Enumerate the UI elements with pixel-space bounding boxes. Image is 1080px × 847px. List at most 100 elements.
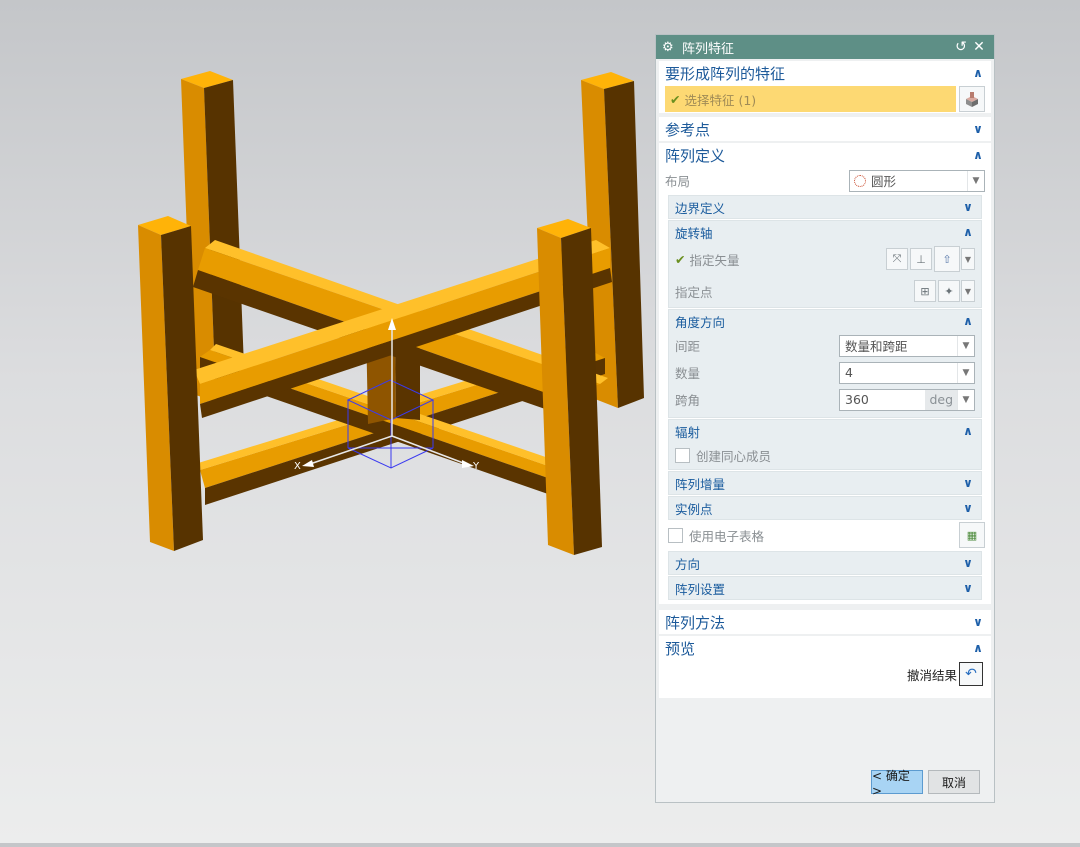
point-inferred-icon[interactable]: ✦ xyxy=(938,280,960,302)
settings-subgroup-title: 阵列设置 xyxy=(675,581,726,597)
chevron-down-icon[interactable]: ∨ xyxy=(971,122,985,136)
chevron-down-icon[interactable]: ▼ xyxy=(961,248,975,270)
vector-dialog-icon[interactable]: ⊥ xyxy=(910,248,932,270)
count-value[interactable]: 4 xyxy=(840,365,957,380)
settings-subgroup-header[interactable]: 阵列设置 ∨ xyxy=(669,577,981,599)
ref-point-group-header[interactable]: 参考点 ∨ xyxy=(659,117,991,141)
reset-icon[interactable]: ↺ xyxy=(952,39,970,55)
specify-vector-label: 指定矢量 xyxy=(689,252,740,268)
cancel-button[interactable]: 取消 xyxy=(928,770,980,794)
spreadsheet-icon[interactable]: ▦ xyxy=(959,522,985,548)
concentric-label: 创建同心成员 xyxy=(696,449,772,464)
circle-icon xyxy=(854,174,866,187)
increment-subgroup-title: 阵列增量 xyxy=(675,476,726,492)
spacing-label: 间距 xyxy=(675,339,701,354)
undo-result-row: 撤消结果 ↶ xyxy=(659,660,991,686)
ref-point-group: 参考点 ∨ xyxy=(659,117,991,141)
chevron-down-icon[interactable]: ▼ xyxy=(957,335,974,356)
close-icon[interactable]: ✕ xyxy=(970,39,988,55)
layout-label: 布局 xyxy=(665,174,691,189)
instance-point-subgroup-title: 实例点 xyxy=(675,501,713,517)
angle-dir-subgroup-title: 角度方向 xyxy=(675,314,726,330)
specify-vector-row: ✔ 指定矢量 ⤧ ⊥ ⇧ ▼ xyxy=(669,243,981,275)
preview-group-header[interactable]: 预览 ∧ xyxy=(659,636,991,660)
boundary-subgroup-title: 边界定义 xyxy=(675,200,726,216)
chevron-down-icon[interactable]: ∨ xyxy=(971,615,985,629)
features-group-header[interactable]: 要形成阵列的特征 ∧ xyxy=(659,61,991,85)
pattern-def-group-title: 阵列定义 xyxy=(665,146,726,165)
spreadsheet-label: 使用电子表格 xyxy=(689,528,765,544)
layout-row: 布局 圆形 ▼ xyxy=(659,167,991,194)
select-feature-row[interactable]: ✔ 选择特征 (1) xyxy=(665,85,985,113)
dialog-titlebar[interactable]: ⚙ 阵列特征 ↺ ✕ xyxy=(656,35,994,59)
spacing-row: 间距 数量和跨距 ▼ xyxy=(669,332,981,359)
chevron-down-icon[interactable]: ▼ xyxy=(967,170,984,191)
ok-button[interactable]: < 确定 > xyxy=(871,769,923,798)
span-value[interactable]: 360 xyxy=(840,392,925,407)
layout-value: 圆形 xyxy=(871,174,897,189)
pattern-def-group-header[interactable]: 阵列定义 ∧ xyxy=(659,143,991,167)
concentric-checkbox[interactable] xyxy=(675,448,690,463)
specify-point-row: 指定点 ⊞ ✦ ▼ xyxy=(669,275,981,307)
point-dialog-icon[interactable]: ⊞ xyxy=(914,280,936,302)
select-feature-label: 选择特征 (1) xyxy=(684,92,757,108)
chevron-down-icon[interactable]: ∨ xyxy=(961,581,975,595)
orientation-subgroup-title: 方向 xyxy=(675,556,701,572)
instance-point-subgroup-header[interactable]: 实例点 ∨ xyxy=(669,497,981,519)
span-row: 跨角 360 deg ▼ xyxy=(669,386,981,413)
chevron-down-icon[interactable]: ∨ xyxy=(961,501,975,515)
preview-group: 预览 ∧ 撤消结果 ↶ xyxy=(659,636,991,698)
chevron-up-icon[interactable]: ∧ xyxy=(961,314,975,328)
ref-point-group-title: 参考点 xyxy=(665,120,711,139)
undo-icon[interactable]: ↶ xyxy=(959,662,983,686)
angle-dir-subgroup-header[interactable]: 角度方向 ∧ xyxy=(669,310,981,332)
method-group-header[interactable]: 阵列方法 ∨ xyxy=(659,610,991,634)
method-group-title: 阵列方法 xyxy=(665,613,726,632)
check-icon: ✔ xyxy=(675,251,686,267)
axis-x-label: X xyxy=(294,461,301,472)
chevron-down-icon[interactable]: ▼ xyxy=(957,389,974,410)
dialog-title: 阵列特征 xyxy=(682,41,735,57)
dialog-footer: < 确定 > 取消 xyxy=(656,762,994,802)
settings-subgroup: 阵列设置 ∨ xyxy=(668,576,982,600)
spreadsheet-row: 使用电子表格 ▦ xyxy=(659,520,991,550)
orientation-subgroup-header[interactable]: 方向 ∨ xyxy=(669,552,981,574)
vector-inferred-icon[interactable]: ⇧ xyxy=(934,246,960,272)
undo-result-label: 撤消结果 xyxy=(906,667,957,683)
layout-dropdown[interactable]: 圆形 ▼ xyxy=(849,169,985,192)
check-icon: ✔ xyxy=(670,91,681,107)
radiate-subgroup-header[interactable]: 辐射 ∧ xyxy=(669,420,981,442)
span-unit: deg xyxy=(925,389,957,410)
span-label: 跨角 xyxy=(675,393,701,408)
span-field[interactable]: 360 deg ▼ xyxy=(839,388,975,411)
chevron-down-icon[interactable]: ∨ xyxy=(961,476,975,490)
boundary-subgroup-header[interactable]: 边界定义 ∨ xyxy=(669,196,981,218)
front-right-post xyxy=(537,219,602,555)
chevron-up-icon[interactable]: ∧ xyxy=(961,424,975,438)
chevron-down-icon[interactable]: ∨ xyxy=(961,200,975,214)
rot-axis-subgroup-header[interactable]: 旋转轴 ∧ xyxy=(669,221,981,243)
increment-subgroup-header[interactable]: 阵列增量 ∨ xyxy=(669,472,981,494)
spacing-value: 数量和跨距 xyxy=(845,339,908,354)
chevron-down-icon[interactable]: ▼ xyxy=(957,362,974,383)
preview-group-title: 预览 xyxy=(665,639,696,658)
count-field[interactable]: 4 ▼ xyxy=(839,361,975,384)
increment-subgroup: 阵列增量 ∨ xyxy=(668,471,982,495)
instance-point-subgroup: 实例点 ∨ xyxy=(668,496,982,520)
chevron-up-icon[interactable]: ∧ xyxy=(971,148,985,162)
chevron-down-icon[interactable]: ▼ xyxy=(961,280,975,302)
vector-reverse-icon[interactable]: ⤧ xyxy=(886,248,908,270)
angle-dir-subgroup: 角度方向 ∧ 间距 数量和跨距 ▼ 数量 4 ▼ 跨角 360 deg ▼ xyxy=(668,309,982,418)
spacing-dropdown[interactable]: 数量和跨距 ▼ xyxy=(839,334,975,357)
chevron-up-icon[interactable]: ∧ xyxy=(971,641,985,655)
feature-select-icon[interactable] xyxy=(959,86,985,112)
spreadsheet-checkbox[interactable] xyxy=(668,527,683,543)
select-feature-field[interactable]: ✔ 选择特征 (1) xyxy=(665,86,956,112)
features-group-title: 要形成阵列的特征 xyxy=(665,64,786,83)
pattern-feature-dialog: ⚙ 阵列特征 ↺ ✕ 要形成阵列的特征 ∧ ✔ 选择特征 (1) 参考点 ∨ 阵 xyxy=(655,34,995,803)
rot-axis-subgroup-title: 旋转轴 xyxy=(675,225,713,241)
rot-axis-subgroup: 旋转轴 ∧ ✔ 指定矢量 ⤧ ⊥ ⇧ ▼ 指定点 ⊞ ✦ ▼ xyxy=(668,220,982,308)
chevron-down-icon[interactable]: ∨ xyxy=(961,556,975,570)
chevron-up-icon[interactable]: ∧ xyxy=(971,66,985,80)
chevron-up-icon[interactable]: ∧ xyxy=(961,225,975,239)
